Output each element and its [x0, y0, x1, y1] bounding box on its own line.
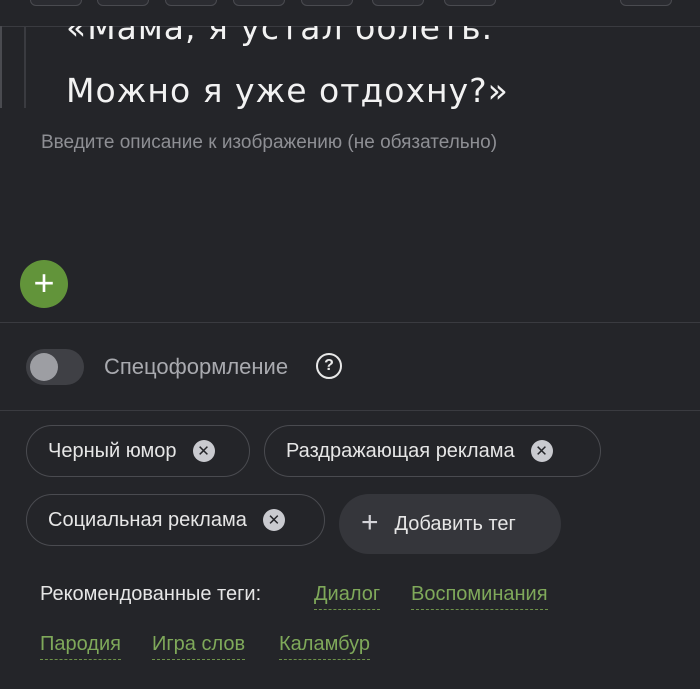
toolbar-button[interactable] — [301, 0, 353, 6]
plus-icon: + — [361, 505, 379, 539]
add-tag-button[interactable]: + Добавить тег — [339, 494, 561, 554]
image-text-line-1: «Мама, я устал болеть. — [66, 26, 494, 47]
toolbar-button[interactable] — [620, 0, 672, 6]
tag-chip: Черный юмор ✕ — [26, 425, 250, 477]
recommended-tag[interactable]: Пародия — [40, 633, 121, 660]
image-edge — [24, 26, 26, 108]
question-circle-icon[interactable]: ? — [316, 353, 342, 379]
image-edge — [0, 26, 2, 108]
post-image[interactable]: «Мама, я устал болеть. Можно я уже отдох… — [0, 26, 700, 118]
recommended-tag[interactable]: Воспоминания — [411, 583, 548, 610]
tag-label: Черный юмор — [48, 439, 177, 462]
tag-label: Раздражающая реклама — [286, 439, 515, 462]
recommended-tags-label: Рекомендованные теги: — [40, 583, 262, 605]
image-caption-input[interactable]: Введите описание к изображению (не обяза… — [41, 132, 497, 154]
image-text-line-2: Можно я уже отдохну?» — [66, 71, 509, 110]
toolbar-button[interactable] — [444, 0, 496, 6]
special-formatting-toggle[interactable] — [26, 349, 84, 385]
close-circle-icon[interactable]: ✕ — [530, 440, 553, 462]
tag-chip: Социальная реклама ✕ — [26, 494, 325, 546]
toggle-knob — [30, 353, 58, 381]
tag-chip: Раздражающая реклама ✕ — [264, 425, 601, 477]
close-circle-icon[interactable]: ✕ — [262, 509, 285, 531]
editor-toolbar — [0, 0, 700, 27]
divider — [0, 410, 700, 411]
recommended-tag[interactable]: Каламбур — [279, 633, 371, 660]
toolbar-button[interactable] — [165, 0, 217, 6]
add-tag-label: Добавить тег — [394, 512, 516, 535]
close-circle-icon[interactable]: ✕ — [192, 440, 215, 462]
toolbar-button[interactable] — [233, 0, 285, 6]
toolbar-button[interactable] — [30, 0, 82, 6]
tag-label: Социальная реклама — [48, 508, 247, 531]
recommended-tag[interactable]: Игра слов — [152, 633, 246, 660]
special-formatting-label: Спецоформление — [104, 354, 289, 379]
recommended-tag[interactable]: Диалог — [314, 583, 381, 610]
add-block-button[interactable]: + — [20, 260, 68, 308]
toolbar-button[interactable] — [97, 0, 149, 6]
toolbar-button[interactable] — [372, 0, 424, 6]
divider — [0, 322, 700, 323]
plus-icon: + — [33, 261, 55, 303]
